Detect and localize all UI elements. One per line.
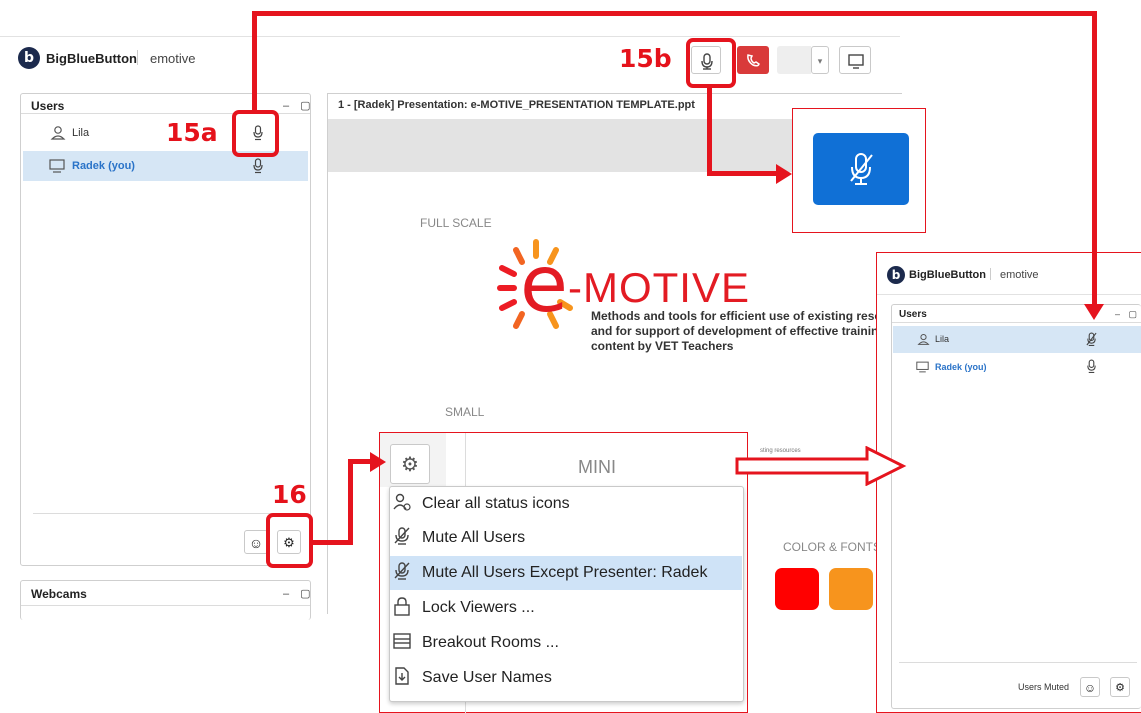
menu-item-label: Lock Viewers ... bbox=[422, 599, 535, 616]
result-footer-divider bbox=[899, 662, 1137, 663]
arrowhead-right bbox=[776, 164, 792, 184]
menu-item-label: Mute All Users bbox=[422, 529, 526, 546]
mute-icon bbox=[390, 526, 414, 551]
gear-icon: ⚙ bbox=[401, 454, 419, 476]
connector-16-top bbox=[348, 459, 372, 464]
save-icon bbox=[390, 666, 414, 691]
mini-label: MINI bbox=[578, 457, 616, 477]
result-header-divider bbox=[877, 294, 1141, 295]
user-name: Radek (you) bbox=[72, 160, 135, 172]
user-icon bbox=[917, 333, 930, 345]
webcams-panel-window-controls[interactable]: – ▢ bbox=[283, 587, 315, 600]
connector-right-vertical bbox=[1092, 11, 1097, 311]
users-panel-title: Users bbox=[31, 99, 65, 113]
callout-box-16 bbox=[266, 513, 313, 568]
connector-16-horizontal bbox=[313, 540, 353, 545]
webcams-panel-divider bbox=[21, 605, 310, 606]
menu-item-breakout-rooms[interactable]: Breakout Rooms ... bbox=[390, 626, 742, 660]
room-name: emotive bbox=[150, 51, 196, 66]
user-name: Lila bbox=[935, 334, 950, 344]
connector-15b-vertical bbox=[707, 88, 712, 176]
users-muted-status: Users Muted bbox=[1018, 682, 1070, 692]
smiley-icon: ☺ bbox=[1083, 681, 1097, 695]
presenter-icon bbox=[916, 361, 929, 373]
presentation-title: 1 - [Radek] Presentation: e-MOTIVE_PRESE… bbox=[338, 99, 695, 111]
muted-microphone-button[interactable] bbox=[813, 133, 909, 205]
result-user-row-radek[interactable]: Radek (you) bbox=[893, 354, 1141, 380]
color-fonts-label: COLOR & FONTS bbox=[783, 540, 882, 554]
tagline-line-2: and for support of development of effect… bbox=[591, 324, 886, 338]
header-divider bbox=[0, 36, 900, 37]
emoji-status-button[interactable]: ☺ bbox=[244, 530, 268, 554]
menu-item-label: Save User Names bbox=[422, 669, 552, 686]
callout-label-16: 16 bbox=[272, 480, 307, 509]
menu-item-mute-all-except-presenter[interactable]: Mute All Users Except Presenter: Radek bbox=[390, 556, 742, 590]
result-user-row-lila[interactable]: Lila bbox=[893, 326, 1141, 353]
full-scale-label: FULL SCALE bbox=[420, 216, 492, 230]
breakout-icon bbox=[390, 631, 414, 656]
users-footer-divider bbox=[33, 513, 303, 514]
microphone-icon bbox=[1087, 359, 1096, 374]
brand-separator bbox=[137, 50, 138, 65]
menu-item-label: Mute All Users Except Presenter: Radek bbox=[422, 564, 708, 581]
lock-icon bbox=[390, 596, 414, 621]
desktop-icon bbox=[848, 54, 864, 69]
connector-16-vertical bbox=[348, 459, 353, 545]
callout-box-15a bbox=[232, 110, 279, 157]
connector-15a-vertical bbox=[252, 11, 257, 111]
device-select[interactable] bbox=[777, 46, 811, 74]
menu-item-clear-status[interactable]: Clear all status icons bbox=[390, 487, 742, 521]
callout-label-15b: 15b bbox=[619, 44, 672, 73]
smiley-icon: ☺ bbox=[248, 535, 264, 551]
brand-name: BigBlueButton bbox=[46, 51, 137, 66]
tagline-line-1: Methods and tools for efficient use of e… bbox=[591, 309, 908, 323]
result-user-settings-button[interactable]: ⚙ bbox=[1110, 677, 1130, 697]
result-users-title: Users bbox=[899, 309, 927, 320]
menu-item-save-user-names[interactable]: Save User Names bbox=[390, 661, 742, 695]
connector-15b-horizontal bbox=[707, 171, 779, 176]
menu-item-label: Breakout Rooms ... bbox=[422, 634, 559, 651]
result-users-window-controls[interactable]: – ▢ bbox=[1115, 309, 1140, 320]
logo-wordmark: -MOTIVE bbox=[568, 264, 750, 311]
settings-gear-button[interactable]: ⚙ bbox=[390, 444, 430, 484]
result-emoji-status-button[interactable]: ☺ bbox=[1080, 677, 1100, 697]
microphone-icon bbox=[253, 158, 263, 174]
user-icon bbox=[50, 126, 66, 140]
users-panel-window-controls[interactable]: – ▢ bbox=[283, 99, 315, 112]
menu-item-lock-viewers[interactable]: Lock Viewers ... bbox=[390, 591, 742, 625]
connector-top-horizontal bbox=[252, 11, 1097, 16]
user-name: Radek (you) bbox=[935, 362, 987, 372]
color-swatch-orange bbox=[829, 568, 873, 610]
result-room-name: emotive bbox=[1000, 269, 1039, 281]
menu-item-label: Clear all status icons bbox=[422, 495, 570, 512]
result-users-divider bbox=[892, 322, 1141, 323]
bigbluebutton-logo: b bbox=[18, 47, 40, 69]
color-swatch-red bbox=[775, 568, 819, 610]
callout-box-15b bbox=[686, 38, 736, 88]
menu-item-mute-all[interactable]: Mute All Users bbox=[390, 521, 742, 555]
clear-status-icon bbox=[390, 492, 414, 517]
muted-microphone-icon bbox=[1086, 332, 1097, 347]
share-screen-button[interactable] bbox=[839, 46, 871, 74]
small-label: SMALL bbox=[445, 405, 485, 419]
hollow-arrow bbox=[735, 446, 907, 486]
phone-icon bbox=[747, 54, 760, 67]
callout-label-15a: 15a bbox=[166, 118, 218, 147]
muted-microphone-icon bbox=[850, 153, 873, 185]
hangup-button[interactable] bbox=[737, 46, 769, 74]
presenter-icon bbox=[49, 159, 65, 173]
result-brand-name: BigBlueButton bbox=[909, 269, 986, 281]
user-name: Lila bbox=[72, 127, 90, 139]
gear-icon: ⚙ bbox=[1115, 682, 1125, 694]
arrowhead-down bbox=[1084, 304, 1104, 320]
device-dropdown-arrow[interactable]: ▾ bbox=[811, 46, 829, 74]
tagline-line-3: content by VET Teachers bbox=[591, 339, 734, 353]
mute-icon bbox=[390, 561, 414, 586]
result-bigbluebutton-logo: b bbox=[887, 266, 905, 284]
logo-letter-e: e bbox=[520, 240, 568, 330]
result-brand-separator bbox=[990, 268, 991, 280]
webcams-panel-title: Webcams bbox=[31, 587, 87, 601]
arrowhead-right bbox=[370, 452, 386, 472]
